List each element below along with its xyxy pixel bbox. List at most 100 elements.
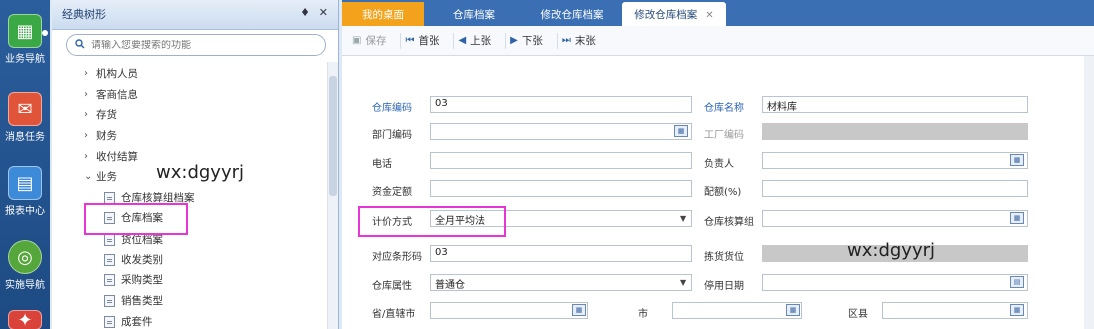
chevron-down-icon[interactable]: ▼ bbox=[680, 278, 686, 287]
tree-node-label: 财务 bbox=[96, 130, 117, 142]
lookup-icon[interactable]: ▦ bbox=[1010, 304, 1024, 316]
rail-item-implementation[interactable]: ◎ 实施导航 bbox=[0, 240, 50, 291]
fund-quota-field[interactable] bbox=[430, 180, 692, 197]
province-field[interactable] bbox=[430, 302, 588, 319]
tree-node-merchant[interactable]: › 客商信息 bbox=[84, 87, 138, 102]
tree-leaf-purchase-type[interactable]: 采购类型 bbox=[104, 272, 163, 287]
rail-item-label: 实施导航 bbox=[5, 280, 45, 291]
account-group-label: 仓库核算组 bbox=[704, 217, 754, 228]
tree-node-settlement[interactable]: › 收付结算 bbox=[84, 149, 138, 164]
highlight-box bbox=[358, 206, 506, 237]
lookup-icon[interactable]: ▦ bbox=[674, 125, 688, 137]
document-icon bbox=[104, 315, 115, 328]
search-input[interactable] bbox=[91, 39, 311, 51]
watermark-text: wx:dgyyrj bbox=[156, 162, 244, 183]
tree-leaf-sales-type[interactable]: 销售类型 bbox=[104, 293, 163, 308]
calendar-icon[interactable]: ▤ bbox=[1010, 276, 1024, 288]
fund-quota-label: 资金定额 bbox=[372, 187, 412, 198]
tab-my-desktop[interactable]: 我的桌面 bbox=[342, 2, 424, 26]
phone-label: 电话 bbox=[372, 159, 392, 170]
next-button[interactable]: ▶ 下张 bbox=[506, 32, 558, 49]
first-icon: ⏮ bbox=[405, 35, 415, 46]
warehouse-attribute-label: 仓库属性 bbox=[372, 281, 412, 292]
pin-icon[interactable]: ♦ bbox=[300, 6, 310, 19]
barcode-field[interactable]: 03 bbox=[430, 245, 692, 262]
save-icon: ▣ bbox=[352, 35, 362, 46]
tree-node-business[interactable]: ⌄ 业务 bbox=[84, 169, 117, 184]
tree-leaf-send-receive[interactable]: 收发类别 bbox=[104, 252, 163, 267]
warehouse-code-field[interactable]: 03 bbox=[430, 96, 692, 113]
scrollbar-thumb[interactable] bbox=[329, 76, 337, 196]
dropdown-dot-icon bbox=[42, 30, 48, 36]
save-button[interactable]: ▣ 保存 bbox=[348, 32, 402, 49]
rail-item-label: 报表中心 bbox=[5, 206, 45, 217]
compass-icon: ◎ bbox=[8, 240, 42, 274]
phone-field[interactable] bbox=[430, 152, 692, 169]
rail-item-more[interactable]: ✦ bbox=[0, 310, 50, 329]
tree-node-label: 存货 bbox=[96, 109, 117, 121]
tab-label: 我的桌面 bbox=[362, 9, 404, 21]
account-group-field[interactable] bbox=[762, 210, 1028, 227]
owner-label: 负责人 bbox=[704, 159, 734, 170]
toolbar: ▣ 保存 ⏮ 首张 ◀ 上张 ▶ 下张 ⏭ 末张 bbox=[342, 26, 1094, 56]
tree-node-label: 业务 bbox=[96, 171, 117, 183]
watermark-text: wx:dgyyrj bbox=[847, 240, 935, 261]
tab-bar: 我的桌面 仓库档案 修改仓库档案 修改仓库档案 ✕ bbox=[342, 0, 1094, 26]
more-icon: ✦ bbox=[8, 310, 42, 329]
tree-node-label: 成套件 bbox=[121, 316, 153, 328]
tree-node-finance[interactable]: › 财务 bbox=[84, 128, 117, 143]
owner-field[interactable] bbox=[762, 152, 1028, 169]
first-button[interactable]: ⏮ 首张 bbox=[401, 32, 455, 49]
close-icon[interactable]: ✕ bbox=[319, 6, 328, 19]
city-field[interactable] bbox=[672, 302, 802, 319]
chevron-down-icon: ⌄ bbox=[84, 171, 93, 182]
tree-node-label: 机构人员 bbox=[96, 68, 138, 80]
lookup-icon[interactable]: ▦ bbox=[786, 304, 800, 316]
highlight-box bbox=[84, 203, 188, 235]
tree-node-label: 收付结算 bbox=[96, 151, 138, 163]
lookup-icon[interactable]: ▦ bbox=[572, 304, 586, 316]
tree-node-label: 收发类别 bbox=[121, 254, 163, 266]
tree-body: › 机构人员 › 客商信息 › 存货 › 财务 › 收付结算 ⌄ 业务 仓库核算组档案 仓库… bbox=[52, 62, 339, 329]
prev-button[interactable]: ◀ 上张 bbox=[454, 32, 507, 49]
tree-node-org[interactable]: › 机构人员 bbox=[84, 66, 138, 81]
document-icon bbox=[104, 273, 115, 286]
last-icon: ⏭ bbox=[561, 35, 571, 46]
report-icon: ▤ bbox=[8, 166, 42, 200]
lookup-icon[interactable]: ▦ bbox=[1010, 212, 1024, 224]
warehouse-name-field[interactable]: 材料库 bbox=[762, 96, 1028, 113]
last-button[interactable]: ⏭ 末张 bbox=[558, 33, 610, 49]
tree-panel: 经典树形 ♦ ✕ ›机构人员 ›客商信息 ›存货 ›财务 ›收付结算 ⌄业务 仓… bbox=[52, 0, 339, 329]
province-label: 省/直辖市 bbox=[372, 309, 416, 320]
tab-warehouse[interactable]: 仓库档案 bbox=[426, 2, 522, 26]
tab-label: 修改仓库档案 bbox=[634, 9, 698, 21]
dept-code-field[interactable] bbox=[430, 123, 692, 140]
stop-date-field[interactable] bbox=[762, 274, 1028, 291]
document-icon bbox=[104, 233, 115, 246]
tree-search[interactable] bbox=[66, 34, 326, 56]
district-label: 区县 bbox=[848, 309, 868, 320]
rail-item-reports[interactable]: ▤ 报表中心 bbox=[0, 166, 50, 217]
tree-scrollbar[interactable] bbox=[327, 62, 338, 329]
tab-edit-warehouse-1[interactable]: 修改仓库档案 bbox=[524, 2, 620, 26]
tree-node-label: 销售类型 bbox=[121, 295, 163, 307]
tree-node-inventory[interactable]: › 存货 bbox=[84, 107, 117, 122]
rail-item-label: 消息任务 bbox=[5, 132, 45, 143]
warehouse-attribute-select[interactable]: 普通仓 bbox=[430, 274, 692, 291]
warehouse-name-label: 仓库名称 bbox=[704, 103, 744, 114]
rail-item-business-nav[interactable]: ▦ 业务导航 bbox=[0, 14, 50, 65]
main-area: 我的桌面 仓库档案 修改仓库档案 修改仓库档案 ✕ ▣ 保存 ⏮ 首张 ◀ 上张 ▶ 下张… bbox=[342, 0, 1094, 329]
tab-edit-warehouse-2[interactable]: 修改仓库档案 ✕ bbox=[622, 2, 726, 26]
tree-leaf-kit[interactable]: 成套件 bbox=[104, 314, 153, 329]
chevron-right-icon: › bbox=[84, 151, 88, 162]
close-tab-icon[interactable]: ✕ bbox=[705, 10, 713, 21]
main-scrollbar[interactable] bbox=[1084, 56, 1094, 329]
ratio-field[interactable] bbox=[762, 180, 1028, 197]
first-label: 首张 bbox=[418, 35, 440, 47]
prev-label: 上张 bbox=[470, 35, 492, 47]
lookup-icon[interactable]: ▦ bbox=[1010, 154, 1024, 166]
rail-item-messages[interactable]: ✉ 消息任务 bbox=[0, 92, 50, 143]
tab-label: 修改仓库档案 bbox=[540, 9, 604, 21]
chevron-down-icon[interactable]: ▼ bbox=[680, 214, 686, 223]
district-field[interactable] bbox=[882, 302, 1028, 319]
